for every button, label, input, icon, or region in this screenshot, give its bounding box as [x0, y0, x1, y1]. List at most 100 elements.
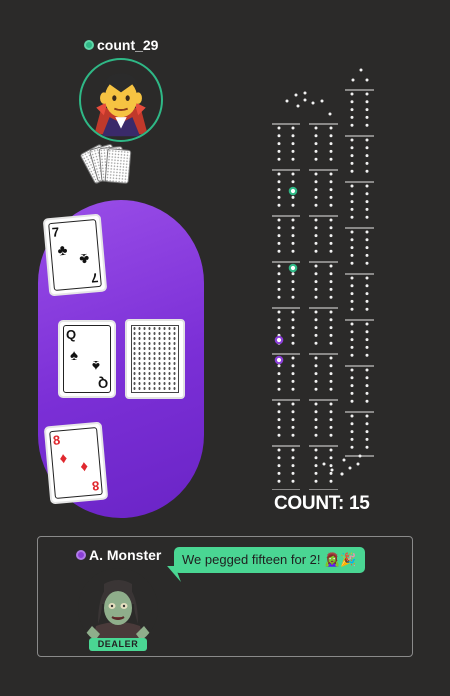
board-hole: [350, 338, 354, 342]
board-hole: [277, 310, 281, 314]
board-hole: [277, 157, 281, 161]
board-hole: [291, 356, 295, 360]
green-peg-icon[interactable]: [288, 263, 298, 273]
board-hole: [350, 322, 354, 326]
board-hole: [329, 402, 333, 406]
board-hole: [314, 356, 318, 360]
card-back-pattern: [131, 325, 179, 393]
board-hole: [320, 99, 324, 103]
opponent-avatar[interactable]: [79, 58, 163, 142]
board-hole: [314, 226, 318, 230]
board-hole: [314, 188, 318, 192]
board-hole: [365, 284, 369, 288]
board-hole: [329, 341, 333, 345]
board-hole: [291, 241, 295, 245]
board-hole: [294, 93, 298, 97]
club-icon: ♣: [78, 249, 90, 268]
board-hole: [291, 134, 295, 138]
opponent-played-card[interactable]: 7 ♣ ♣ 7: [42, 213, 108, 297]
board-hole: [314, 364, 318, 368]
board-hole: [291, 180, 295, 184]
board-hole: [350, 261, 354, 265]
board-hole: [365, 192, 369, 196]
board-hole: [277, 387, 281, 391]
board-hole: [350, 123, 354, 127]
board-hole: [314, 195, 318, 199]
board-hole: [350, 353, 354, 357]
board-hole: [277, 295, 281, 299]
board-hole: [291, 402, 295, 406]
player-avatar[interactable]: [78, 568, 158, 648]
board-hole: [365, 253, 369, 257]
board-hole: [329, 479, 333, 483]
board-hole: [329, 142, 333, 146]
board-hole: [296, 104, 300, 108]
board-hole: [329, 287, 333, 291]
board-hole: [291, 425, 295, 429]
board-hole: [277, 471, 281, 475]
board-hole: [314, 241, 318, 245]
board-hole: [291, 372, 295, 376]
board-hole: [329, 149, 333, 153]
board-hole: [291, 172, 295, 176]
board-hole: [350, 307, 354, 311]
board-hole: [329, 157, 333, 161]
board-hole: [329, 195, 333, 199]
purple-peg-icon[interactable]: [274, 335, 284, 345]
green-peg-icon[interactable]: [288, 186, 298, 196]
board-hole: [365, 115, 369, 119]
board-hole: [329, 180, 333, 184]
board-hole: [350, 391, 354, 395]
online-status-icon: [84, 40, 94, 50]
chat-bubble: We pegged fifteen for 2! 🧟‍♀️🎉: [174, 547, 365, 573]
board-hole: [365, 330, 369, 334]
board-hole: [277, 418, 281, 422]
board-hole: [365, 207, 369, 211]
board-hole: [314, 134, 318, 138]
player-played-card[interactable]: 8 ♦ ♦ 8: [43, 421, 109, 505]
board-hole: [314, 372, 318, 376]
board-hole: [365, 184, 369, 188]
board-hole: [314, 310, 318, 314]
board-hole: [314, 234, 318, 238]
board-hole: [365, 391, 369, 395]
board-hole: [277, 172, 281, 176]
board-hole: [329, 264, 333, 268]
board-hole: [277, 448, 281, 452]
board-hole: [365, 108, 369, 112]
board-hole: [303, 98, 307, 102]
starter-card[interactable]: Q ♠ ♠ Q: [58, 320, 116, 398]
dealer-badge: DEALER: [89, 638, 147, 651]
board-hole: [277, 410, 281, 414]
board-hole: [291, 126, 295, 130]
cribbage-board[interactable]: [260, 60, 390, 490]
board-hole: [311, 101, 315, 105]
purple-peg-icon[interactable]: [274, 355, 284, 365]
board-hole: [314, 379, 318, 383]
board-hole: [350, 253, 354, 257]
board-hole: [314, 341, 318, 345]
board-hole: [350, 384, 354, 388]
board-hole: [365, 146, 369, 150]
board-hole: [350, 169, 354, 173]
board-hole: [365, 368, 369, 372]
board-hole: [291, 318, 295, 322]
board-hole: [314, 448, 318, 452]
board-hole: [350, 238, 354, 242]
board-hole: [365, 246, 369, 250]
board-hole: [314, 326, 318, 330]
board-hole: [277, 433, 281, 437]
board-hole: [329, 203, 333, 207]
deck[interactable]: [125, 319, 185, 399]
board-hole: [365, 430, 369, 434]
board-hole: [277, 203, 281, 207]
board-hole: [329, 280, 333, 284]
board-hole: [365, 307, 369, 311]
board-hole: [350, 422, 354, 426]
board-hole: [328, 112, 332, 116]
board-hole: [350, 92, 354, 96]
board-hole: [350, 146, 354, 150]
board-hole: [350, 376, 354, 380]
board-hole: [314, 272, 318, 276]
board-hole: [350, 138, 354, 142]
